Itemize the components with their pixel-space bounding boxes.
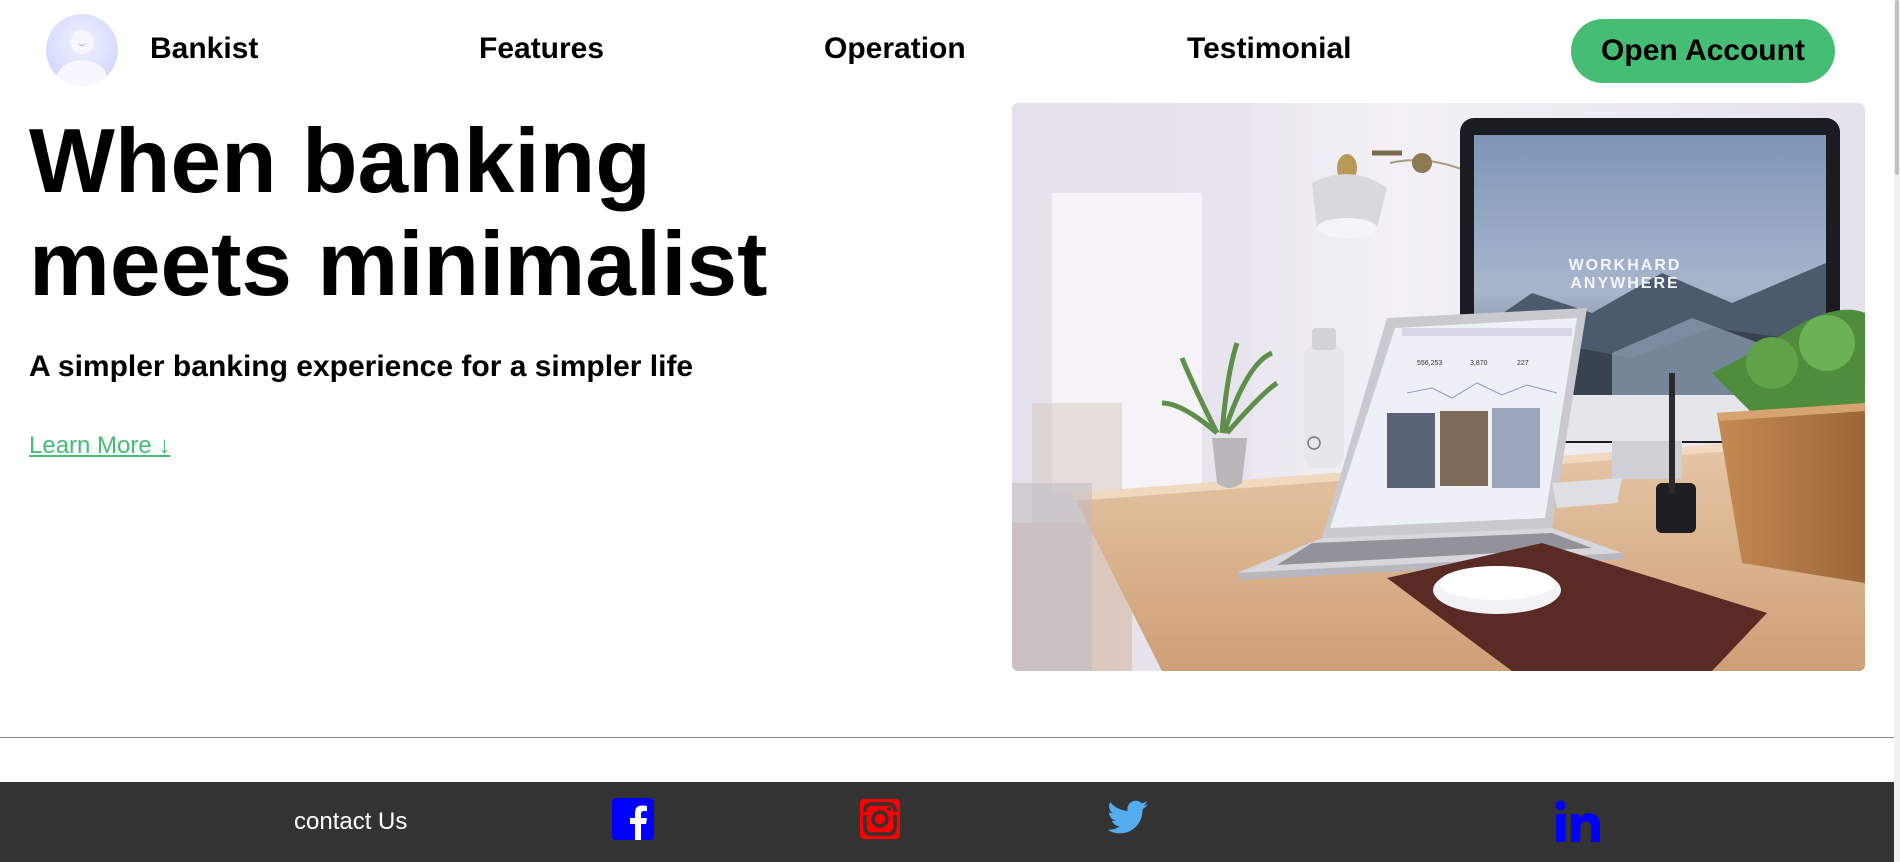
scrollbar-thumb[interactable] (1895, 0, 1899, 175)
page-scrollbar[interactable] (1894, 0, 1900, 862)
hero-image: WORKHARD ANYWHERE 556,253 3,870 227 (1012, 103, 1865, 671)
open-account-button[interactable]: Open Account (1571, 19, 1835, 83)
bankist-logo[interactable] (46, 14, 118, 86)
nav-link-features[interactable]: Features (479, 32, 604, 66)
laptop-stat-3: 227 (1517, 360, 1529, 367)
laptop-stat-2: 3,870 (1470, 360, 1488, 367)
learn-more-link[interactable]: Learn More ↓ (29, 432, 170, 460)
nav-link-testimonial[interactable]: Testimonial (1187, 32, 1351, 66)
monitor-text-line2: ANYWHERE (1570, 275, 1679, 292)
section-divider (0, 737, 1894, 738)
monitor-text-line1: WORKHARD (1569, 257, 1682, 274)
hero-title-line1: When banking (29, 111, 651, 212)
hero-subtitle: A simpler banking experience for a simpl… (29, 350, 694, 383)
desk-illustration: WORKHARD ANYWHERE 556,253 3,870 227 (1012, 103, 1865, 671)
instagram-icon[interactable] (859, 798, 901, 840)
contact-us-link[interactable]: contact Us (294, 808, 407, 836)
hero-title-line2: meets minimalist (29, 214, 768, 315)
hero-title: When banking meets minimalist (29, 110, 929, 316)
facebook-icon[interactable] (612, 798, 654, 840)
linkedin-icon[interactable] (1555, 800, 1601, 842)
twitter-icon[interactable] (1106, 800, 1148, 836)
nav-brand-link[interactable]: Bankist (150, 32, 258, 66)
logo-figure-body (57, 60, 107, 86)
top-navigation: Bankist Features Operation Testimonial O… (0, 0, 1894, 100)
footer: contact Us (0, 782, 1894, 862)
nav-link-operation[interactable]: Operation (824, 32, 966, 66)
laptop-stat-1: 556,253 (1417, 360, 1442, 367)
